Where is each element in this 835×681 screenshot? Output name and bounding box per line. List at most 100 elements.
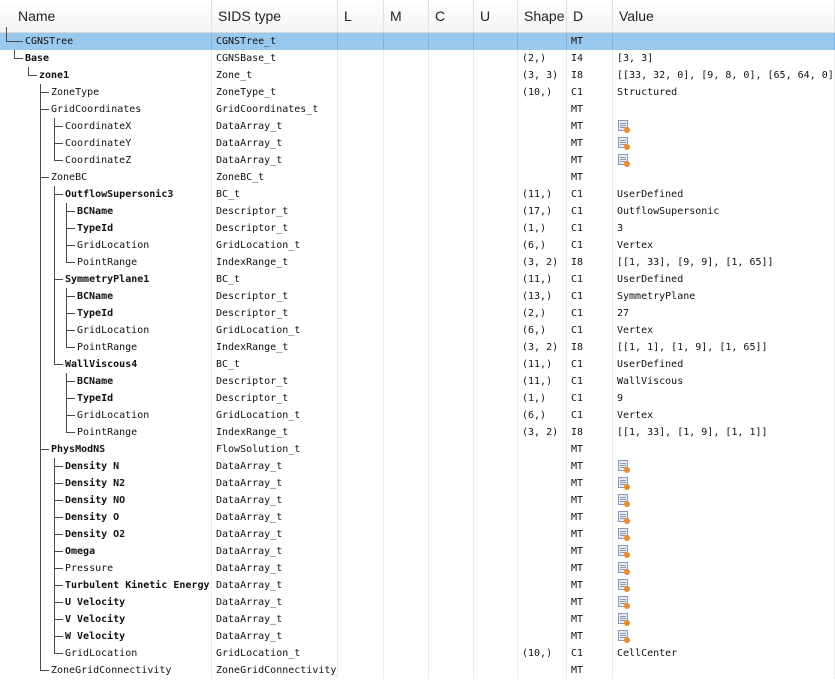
column-header-l[interactable]: L (338, 0, 384, 32)
tree-row[interactable]: Omega DataArray_t MT (0, 543, 835, 560)
tree-row[interactable]: ZoneBC ZoneBC_t MT (0, 169, 835, 186)
tree-row[interactable]: BCName Descriptor_t (11,) C1 WallViscous (0, 373, 835, 390)
cell-u (474, 339, 518, 356)
node-name[interactable]: GridLocation (77, 322, 149, 339)
tree-row[interactable]: CGNSTree CGNSTree_t MT (0, 27, 835, 50)
tree-row[interactable]: PointRange IndexRange_t (3, 2) I8 [[1, 1], [… (0, 339, 835, 356)
node-name[interactable]: Omega (65, 543, 95, 560)
tree-row[interactable]: BCName Descriptor_t (13,) C1 SymmetryPlane (0, 288, 835, 305)
node-name[interactable]: WallViscous4 (65, 356, 137, 373)
tree-row[interactable]: Turbulent Kinetic Energy DataArray_t MT (0, 577, 835, 594)
node-name[interactable]: ZoneGridConnectivity (51, 662, 171, 679)
node-name[interactable]: PointRange (77, 254, 137, 271)
node-name[interactable]: OutflowSupersonic3 (65, 186, 173, 203)
node-name[interactable]: Density O2 (65, 526, 125, 543)
data-array-icon[interactable] (618, 494, 630, 507)
tree-row[interactable]: CoordinateY DataArray_t MT (0, 135, 835, 152)
data-array-icon[interactable] (618, 120, 630, 133)
node-name[interactable]: Density N2 (65, 475, 125, 492)
data-array-icon[interactable] (618, 613, 630, 626)
column-header-name[interactable]: Name (0, 0, 212, 32)
tree-row[interactable]: PointRange IndexRange_t (3, 2) I8 [[1, 33], … (0, 254, 835, 271)
node-name[interactable]: Density O (65, 509, 119, 526)
node-name[interactable]: GridLocation (65, 645, 137, 662)
tree-row[interactable]: TypeId Descriptor_t (1,) C1 3 (0, 220, 835, 237)
node-name[interactable]: PointRange (77, 339, 137, 356)
tree-row[interactable]: SymmetryPlane1 BC_t (11,) C1 UserDefined (0, 271, 835, 288)
node-name[interactable]: TypeId (77, 220, 113, 237)
column-header-m[interactable]: M (384, 0, 429, 32)
tree-row[interactable]: PointRange IndexRange_t (3, 2) I8 [[1, 33], … (0, 424, 835, 441)
node-name[interactable]: ZoneType (51, 84, 99, 101)
tree-row[interactable]: ZoneType ZoneType_t (10,) C1 Structured (0, 84, 835, 101)
tree-row[interactable]: zone1 Zone_t (3, 3) I8 [[33, 32, 0], [9, 8, … (0, 67, 835, 84)
tree-row[interactable]: GridLocation GridLocation_t (6,) C1 Vertex (0, 237, 835, 254)
node-name[interactable]: GridLocation (77, 237, 149, 254)
tree-row[interactable]: TypeId Descriptor_t (1,) C1 9 (0, 390, 835, 407)
tree-row[interactable]: GridLocation GridLocation_t (6,) C1 Vertex (0, 322, 835, 339)
node-name[interactable]: TypeId (77, 305, 113, 322)
data-array-icon[interactable] (618, 630, 630, 643)
node-name[interactable]: PhysModNS (51, 441, 105, 458)
tree-row[interactable]: Density N2 DataArray_t MT (0, 475, 835, 492)
node-name[interactable]: Base (25, 50, 49, 67)
tree-row[interactable]: CoordinateZ DataArray_t MT (0, 152, 835, 169)
node-name[interactable]: SymmetryPlane1 (65, 271, 149, 288)
column-header-u[interactable]: U (474, 0, 518, 32)
tree-row[interactable]: GridLocation GridLocation_t (10,) C1 CellCen… (0, 645, 835, 662)
tree-row[interactable]: Density O2 DataArray_t MT (0, 526, 835, 543)
column-header-sids-type[interactable]: SIDS type (212, 0, 338, 32)
tree-row[interactable]: Density O DataArray_t MT (0, 509, 835, 526)
node-name[interactable]: V Velocity (65, 611, 125, 628)
node-name[interactable]: PointRange (77, 424, 137, 441)
tree-row[interactable]: Density NO DataArray_t MT (0, 492, 835, 509)
tree-row[interactable]: Density N DataArray_t MT (0, 458, 835, 475)
tree-row[interactable]: Base CGNSBase_t (2,) I4 [3, 3] (0, 50, 835, 67)
tree-row[interactable]: ZoneGridConnectivity ZoneGridConnectivity… (0, 662, 835, 679)
tree-row[interactable]: W Velocity DataArray_t MT (0, 628, 835, 645)
node-name[interactable]: Pressure (65, 560, 113, 577)
node-name[interactable]: BCName (77, 203, 113, 220)
tree-row[interactable]: U Velocity DataArray_t MT (0, 594, 835, 611)
data-array-icon[interactable] (618, 511, 630, 524)
node-name[interactable]: zone1 (39, 67, 69, 84)
node-name[interactable]: Turbulent Kinetic Energy (65, 577, 210, 594)
data-array-icon[interactable] (618, 460, 630, 473)
data-array-icon[interactable] (618, 137, 630, 150)
node-name[interactable]: BCName (77, 373, 113, 390)
node-name[interactable]: ZoneBC (51, 169, 87, 186)
data-array-icon[interactable] (618, 579, 630, 592)
tree-row[interactable]: CoordinateX DataArray_t MT (0, 118, 835, 135)
node-name[interactable]: GridCoordinates (51, 101, 141, 118)
tree-row[interactable]: GridCoordinates GridCoordinates_t MT (0, 101, 835, 118)
node-name[interactable]: CoordinateZ (65, 152, 131, 169)
data-array-icon[interactable] (618, 477, 630, 490)
column-header-shape[interactable]: Shape (518, 0, 567, 32)
node-name[interactable]: TypeId (77, 390, 113, 407)
node-name[interactable]: Density N (65, 458, 119, 475)
tree-row[interactable]: WallViscous4 BC_t (11,) C1 UserDefined (0, 356, 835, 373)
node-name[interactable]: W Velocity (65, 628, 125, 645)
data-array-icon[interactable] (618, 545, 630, 558)
column-header-c[interactable]: C (429, 0, 474, 32)
data-array-icon[interactable] (618, 528, 630, 541)
tree-row[interactable]: V Velocity DataArray_t MT (0, 611, 835, 628)
tree-row[interactable]: OutflowSupersonic3 BC_t (11,) C1 UserDefined (0, 186, 835, 203)
column-header-d[interactable]: D (567, 0, 613, 32)
tree-row[interactable]: BCName Descriptor_t (17,) C1 OutflowSuperson… (0, 203, 835, 220)
node-name[interactable]: GridLocation (77, 407, 149, 424)
node-name[interactable]: Density NO (65, 492, 125, 509)
tree-row[interactable]: PhysModNS FlowSolution_t MT (0, 441, 835, 458)
data-array-icon[interactable] (618, 154, 630, 167)
node-name[interactable]: BCName (77, 288, 113, 305)
data-array-icon[interactable] (618, 562, 630, 575)
node-name[interactable]: U Velocity (65, 594, 125, 611)
node-name[interactable]: CGNSTree (25, 33, 73, 50)
tree-row[interactable]: TypeId Descriptor_t (2,) C1 27 (0, 305, 835, 322)
data-array-icon[interactable] (618, 596, 630, 609)
tree-row[interactable]: GridLocation GridLocation_t (6,) C1 Vertex (0, 407, 835, 424)
node-name[interactable]: CoordinateY (65, 135, 131, 152)
node-name[interactable]: CoordinateX (65, 118, 131, 135)
column-header-value[interactable]: Value (613, 0, 835, 32)
tree-row[interactable]: Pressure DataArray_t MT (0, 560, 835, 577)
